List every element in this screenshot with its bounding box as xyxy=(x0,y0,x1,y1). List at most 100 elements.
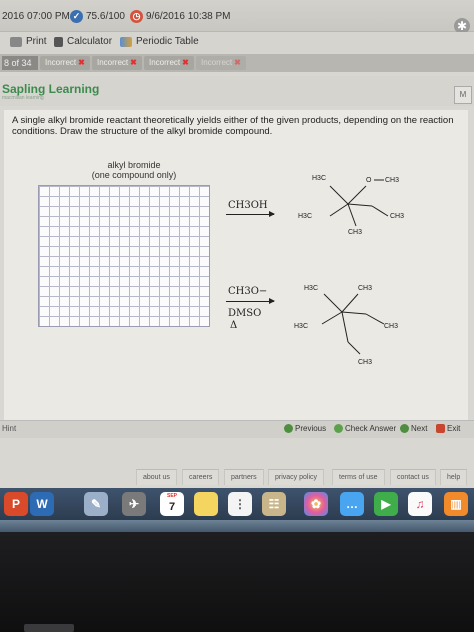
hint-button[interactable]: Hint xyxy=(2,424,16,433)
powerpoint-icon[interactable]: P xyxy=(4,492,28,516)
toolbar: Print Calculator Periodic Table xyxy=(0,32,474,54)
previous-arrow-icon xyxy=(284,424,293,433)
print-label: Print xyxy=(26,36,47,47)
footer-link-partners[interactable]: partners xyxy=(224,469,264,485)
contacts-icon[interactable]: ☷ xyxy=(262,492,286,516)
attempt-badge-label: Incorrect xyxy=(201,58,233,67)
exit-icon xyxy=(436,424,445,433)
reminders-icon[interactable]: ⋮ xyxy=(228,492,252,516)
calendar-day: 7 xyxy=(168,501,176,513)
footer-link-contact[interactable]: contact us xyxy=(390,469,436,485)
navigation-bar: Hint Previous Check Answer Next Exit xyxy=(0,420,474,438)
mol-label: CH3 xyxy=(358,359,372,366)
footer-link-terms[interactable]: terms of use xyxy=(332,469,385,485)
next-arrow-icon xyxy=(400,424,409,433)
reaction-arrow-1 xyxy=(226,211,275,217)
previous-label: Previous xyxy=(295,424,327,433)
x-icon: ✖ xyxy=(130,58,137,67)
mol-label: CH3 xyxy=(384,323,398,330)
x-icon: ✖ xyxy=(234,58,241,67)
print-button[interactable]: Print xyxy=(10,36,47,47)
photos-icon[interactable]: ✿ xyxy=(304,492,328,516)
sapling-logo: Sapling Learning xyxy=(2,82,100,96)
periodic-table-icon xyxy=(120,36,132,47)
footer-link-privacy[interactable]: privacy policy xyxy=(268,469,325,485)
reagent-solvent: DMSO xyxy=(228,308,262,319)
printer-icon xyxy=(10,36,22,47)
reagent-methanol: CH3OH xyxy=(228,200,268,211)
periodic-table-label: Periodic Table xyxy=(136,36,199,47)
notes-icon[interactable] xyxy=(194,492,218,516)
messages-icon[interactable]: … xyxy=(340,492,364,516)
footer-link-careers[interactable]: careers xyxy=(182,469,220,485)
canvas-label-line1: alkyl bromide xyxy=(107,160,161,170)
attempt-badge-label: Incorrect xyxy=(45,58,77,67)
reaction-arrow-2 xyxy=(226,298,275,304)
calculator-label: Calculator xyxy=(67,36,113,47)
mol-label: CH3 xyxy=(385,177,399,184)
calculator-button[interactable]: Calculator xyxy=(54,36,112,47)
attempt-badge-2: Incorrect ✖ xyxy=(92,56,142,70)
question-counter[interactable]: 8 of 34 xyxy=(2,56,38,70)
ibooks-icon[interactable]: ▥ xyxy=(444,492,468,516)
canvas-label-line2: (one compound only) xyxy=(91,170,177,180)
x-icon: ✖ xyxy=(182,58,189,67)
product-ether-structure: H3C O CH3 H3C CH3 CH3 xyxy=(298,175,404,236)
itunes-icon[interactable]: ♫ xyxy=(408,492,432,516)
product-alkene-structure: H3C CH3 H3C CH3 CH3 xyxy=(294,285,398,366)
footer-link-about[interactable]: about us xyxy=(136,469,177,485)
browser-screen: 2016 07:00 PM ✓ 75.6/100 ◷ 9/6/2016 10:3… xyxy=(0,0,474,488)
calendar-month: SEP xyxy=(166,493,177,499)
calculator-icon xyxy=(54,36,63,47)
exit-label: Exit xyxy=(447,424,461,433)
exit-button[interactable]: Exit xyxy=(436,424,460,433)
attempts-bar: 8 of 34 Incorrect ✖ Incorrect ✖ Incorrect ✖… xyxy=(0,54,474,72)
check-answer-button[interactable]: Check Answer xyxy=(334,424,396,433)
footer-link-help[interactable]: help xyxy=(440,469,468,485)
mol-label: CH3 xyxy=(390,213,404,220)
facetime-icon[interactable]: ▶ xyxy=(374,492,398,516)
attempt-badge-4: Incorrect ✖ xyxy=(196,56,246,70)
question-panel: A single alkyl bromide reactant theoreti… xyxy=(4,110,468,424)
periodic-table-button[interactable]: Periodic Table xyxy=(120,36,199,47)
mol-label: H3C xyxy=(298,213,312,220)
mol-label: CH3 xyxy=(358,285,372,292)
mol-label: H3C xyxy=(294,323,308,330)
footer-links: about us careers partners privacy policy… xyxy=(0,466,474,488)
next-button[interactable]: Next xyxy=(400,424,427,433)
drawing-canvas[interactable] xyxy=(38,185,210,327)
keyboard-keys xyxy=(24,624,74,632)
assignment-info-bar: 2016 07:00 PM ✓ 75.6/100 ◷ 9/6/2016 10:3… xyxy=(0,0,474,34)
question-text: A single alkyl bromide reactant theoreti… xyxy=(12,115,454,137)
next-label: Next xyxy=(411,424,428,433)
mol-label: H3C xyxy=(304,285,318,292)
previous-button[interactable]: Previous xyxy=(284,424,326,433)
calendar-icon[interactable]: SEP 7 xyxy=(160,492,184,516)
attempt-badge-label: Incorrect xyxy=(97,58,129,67)
time-remaining: 2016 07:00 PM xyxy=(2,11,70,22)
launchpad-icon[interactable]: ✈ xyxy=(122,492,146,516)
due-clock-icon: ◷ xyxy=(130,10,143,23)
mol-label: H3C xyxy=(312,175,326,182)
app-header: Sapling Learning macmillan learning M xyxy=(0,76,474,106)
preview-icon[interactable]: ✎ xyxy=(84,492,108,516)
due-date: 9/6/2016 10:38 PM xyxy=(146,11,231,22)
publisher-logo: macmillan learning xyxy=(2,95,44,101)
laptop-bezel xyxy=(0,532,474,632)
reagent-heat: Δ xyxy=(230,320,238,331)
score-value: 75.6/100 xyxy=(86,11,125,22)
check-answer-label: Check Answer xyxy=(345,424,397,433)
attempt-badge-label: Incorrect xyxy=(149,58,181,67)
mol-label: O xyxy=(366,177,372,184)
dock-shelf xyxy=(0,520,474,532)
attempt-badge-3: Incorrect ✖ xyxy=(144,56,194,70)
mol-label: CH3 xyxy=(348,229,362,236)
word-icon[interactable]: W xyxy=(30,492,54,516)
canvas-label: alkyl bromide (one compound only) xyxy=(74,160,194,180)
score-icon: ✓ xyxy=(70,10,83,23)
attempt-badge-1: Incorrect ✖ xyxy=(40,56,90,70)
check-icon xyxy=(334,424,343,433)
reagent-methoxide: CH3O− xyxy=(228,286,268,297)
x-icon: ✖ xyxy=(78,58,85,67)
menu-button[interactable]: M xyxy=(454,86,472,104)
